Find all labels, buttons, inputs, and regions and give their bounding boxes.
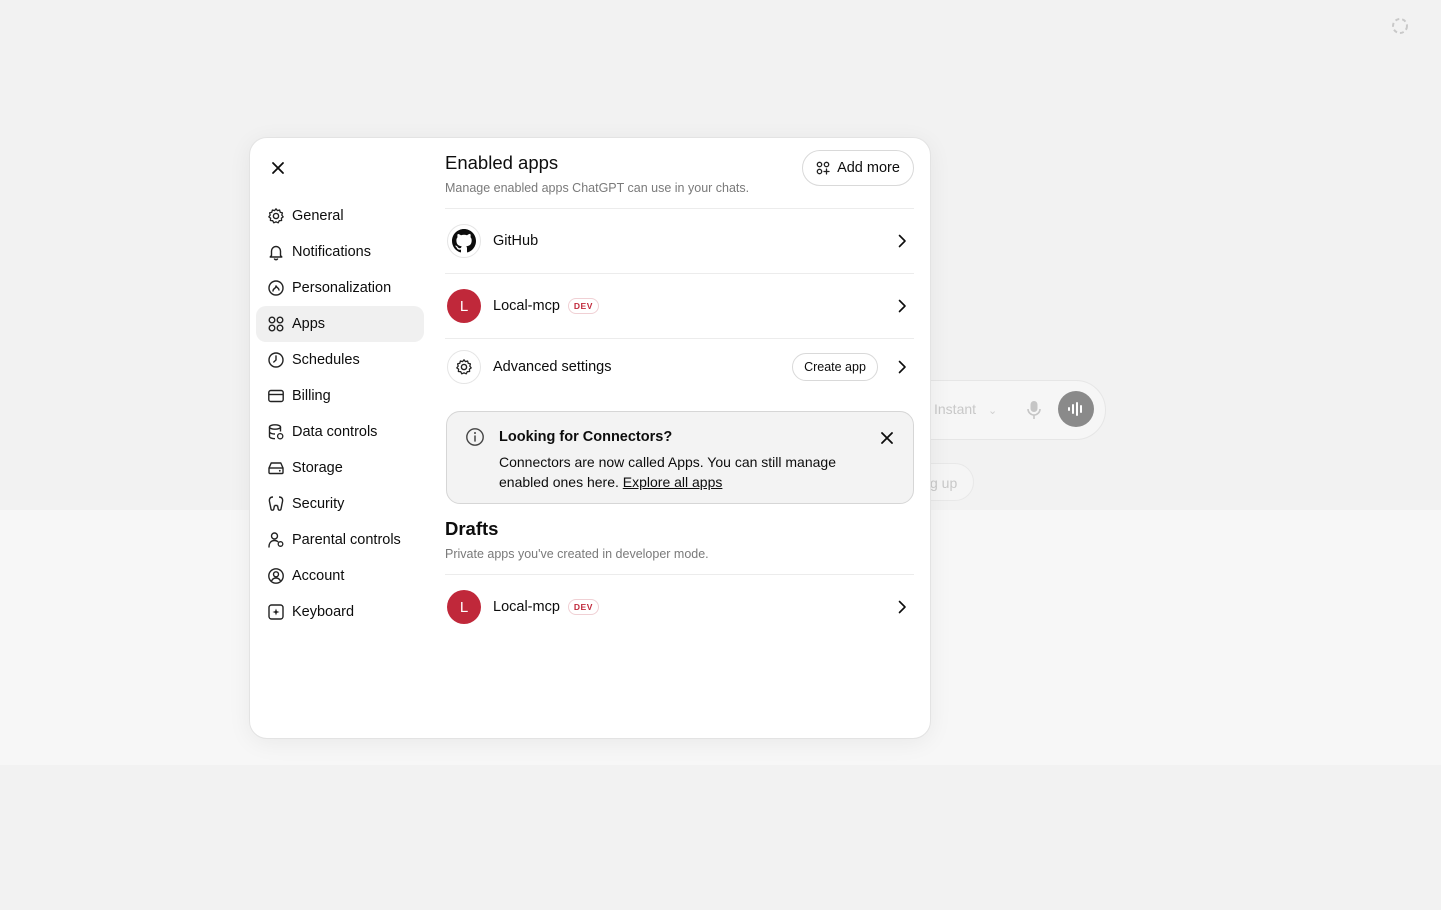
sidebar-item-label: Parental controls [292, 532, 401, 548]
bell-icon [267, 243, 285, 261]
add-more-label: Add more [837, 160, 900, 176]
app-name: GitHub [493, 233, 539, 249]
add-more-button[interactable]: Add more [802, 150, 914, 186]
app-name: Local-mcp [493, 599, 560, 615]
apps-grid-icon [267, 315, 285, 333]
enabled-apps-title: Enabled apps [445, 152, 559, 173]
sidebar-item-label: Schedules [292, 352, 360, 368]
advanced-settings-row[interactable]: Advanced settings Create app [445, 338, 914, 396]
credit-card-icon [267, 387, 285, 405]
info-text: Connectors are now called Apps. You can … [499, 452, 869, 492]
sidebar-item-label: Data controls [292, 424, 378, 440]
gear-icon [267, 207, 285, 225]
clock-icon [267, 351, 285, 369]
dev-badge: DEV [567, 599, 599, 615]
info-icon [466, 428, 484, 446]
model-selector-label: Instant [934, 401, 977, 417]
sidebar-item-label: Keyboard [292, 604, 355, 620]
drafts-subtitle: Private apps you've created in developer… [445, 547, 709, 561]
sidebar-item-storage[interactable]: Storage [256, 450, 424, 486]
sidebar-item-label: Storage [292, 460, 343, 476]
sidebar-item-data-controls[interactable]: Data controls [256, 414, 424, 450]
chevron-right-icon [898, 234, 906, 248]
sidebar-item-billing[interactable]: Billing [256, 378, 424, 414]
database-icon [267, 423, 285, 441]
sidebar-item-keyboard[interactable]: Keyboard [256, 594, 424, 630]
sidebar-item-notifications[interactable]: Notifications [256, 234, 424, 270]
keyboard-icon [267, 603, 285, 621]
waveform-icon [1068, 402, 1082, 416]
storage-icon [267, 459, 285, 477]
explore-all-apps-link[interactable]: Explore all apps [623, 474, 723, 490]
github-icon [447, 224, 481, 258]
app-name: Local-mcp [493, 298, 560, 314]
sidebar-item-security[interactable]: Security [256, 486, 424, 522]
sidebar-item-label: Billing [292, 388, 331, 404]
enabled-apps-subtitle: Manage enabled apps ChatGPT can use in y… [445, 181, 750, 195]
drafts-title: Drafts [445, 518, 499, 539]
sidebar-item-label: Notifications [292, 244, 371, 260]
shield-icon [267, 495, 285, 513]
close-icon [272, 162, 284, 174]
chevron-right-icon [898, 299, 906, 313]
sidebar-item-label: Security [292, 496, 345, 512]
background-pill-text: g up [930, 475, 958, 491]
dev-badge: DEV [567, 298, 599, 314]
close-button[interactable] [266, 156, 290, 180]
info-title: Looking for Connectors? [499, 429, 673, 445]
gear-icon [447, 350, 481, 384]
sidebar-item-personalization[interactable]: Personalization [256, 270, 424, 306]
microphone-icon [1027, 401, 1041, 419]
app-row-local-mcp[interactable]: L Local-mcp DEV [445, 274, 914, 338]
sidebar-item-account[interactable]: Account [256, 558, 424, 594]
sidebar-item-apps[interactable]: Apps [256, 306, 424, 342]
loading-spinner-icon [1392, 18, 1408, 34]
voice-mode-button [1058, 391, 1094, 427]
app-avatar: L [447, 590, 481, 624]
sidebar-item-schedules[interactable]: Schedules [256, 342, 424, 378]
sidebar-item-label: General [292, 208, 344, 224]
advanced-settings-label: Advanced settings [493, 359, 612, 375]
sidebar-item-label: Account [292, 568, 345, 584]
account-circle-icon [267, 567, 285, 585]
personalization-icon [267, 279, 285, 297]
sidebar-item-label: Apps [292, 316, 326, 332]
sidebar-item-parental-controls[interactable]: Parental controls [256, 522, 424, 558]
chevron-right-icon [898, 600, 906, 614]
chevron-right-icon [898, 360, 906, 374]
create-app-button[interactable]: Create app [792, 353, 878, 381]
sidebar-item-general[interactable]: General [256, 198, 424, 234]
settings-sidebar: General Notifications Personalization Ap… [256, 198, 424, 630]
apps-add-icon [816, 161, 830, 175]
close-icon[interactable] [879, 430, 895, 446]
sidebar-item-label: Personalization [292, 280, 392, 296]
draft-row-local-mcp[interactable]: L Local-mcp DEV [445, 575, 914, 639]
app-row-github[interactable]: GitHub [445, 209, 914, 273]
chevron-down-icon: ⌄ [988, 405, 998, 417]
app-avatar: L [447, 289, 481, 323]
parental-icon [267, 531, 285, 549]
connectors-info-banner: Looking for Connectors? Connectors are n… [446, 411, 914, 504]
